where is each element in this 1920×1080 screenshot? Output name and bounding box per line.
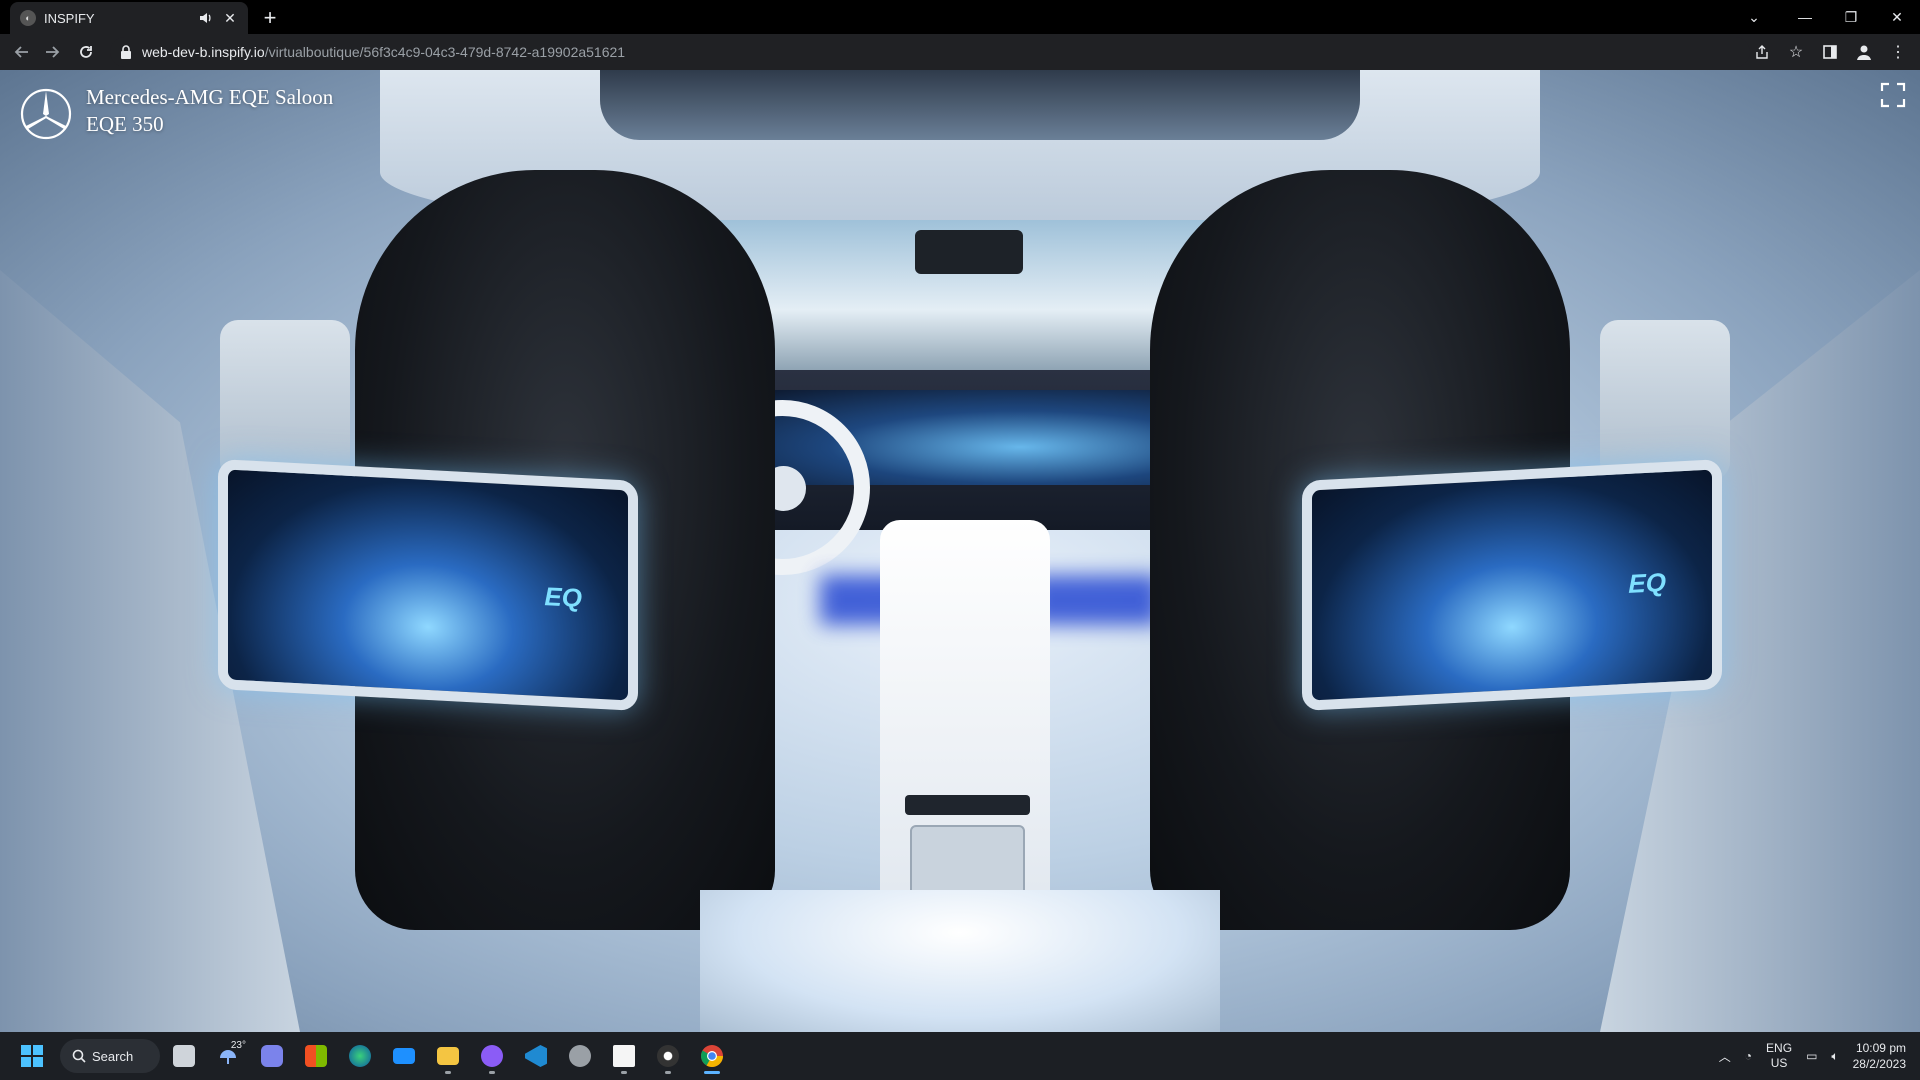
teams-chat-icon[interactable] xyxy=(252,1036,292,1076)
eq-logo: EQ xyxy=(544,581,582,614)
file-explorer-icon[interactable] xyxy=(428,1036,468,1076)
model-name: Mercedes-AMG EQE Saloon xyxy=(86,85,334,109)
right-headrest-bracket xyxy=(1600,320,1730,480)
tab-title: INSPIFY xyxy=(44,10,95,26)
sunroof xyxy=(600,70,1360,140)
settings-icon[interactable] xyxy=(560,1036,600,1076)
system-tray: ︿ ◔ ENG US ▭ 🔈︎ 10:09 pm 28/2/2023 xyxy=(1719,1032,1920,1080)
mail-icon[interactable] xyxy=(384,1036,424,1076)
lang-region: US xyxy=(1770,1056,1788,1070)
lang-code: ENG xyxy=(1766,1041,1793,1055)
left-headrest-bracket xyxy=(220,320,350,480)
back-arrow-icon[interactable] xyxy=(10,40,34,64)
rearview-mirror xyxy=(915,230,1023,274)
lock-icon[interactable] xyxy=(120,45,134,59)
chrome-icon[interactable] xyxy=(692,1036,732,1076)
volume-icon[interactable]: 🔈︎ xyxy=(1831,1049,1838,1064)
task-view-icon[interactable] xyxy=(164,1036,204,1076)
clock-time: 10:09 pm xyxy=(1855,1041,1906,1055)
epic-games-icon[interactable] xyxy=(604,1036,644,1076)
restore-button[interactable]: ❐ xyxy=(1828,0,1874,34)
fullscreen-icon[interactable] xyxy=(1880,82,1906,108)
github-icon[interactable] xyxy=(472,1036,512,1076)
edge-icon[interactable] xyxy=(340,1036,380,1076)
mercedes-star-icon xyxy=(20,88,72,140)
close-tab-icon[interactable]: ✕ xyxy=(222,10,238,26)
display-network-icon[interactable]: ▭ xyxy=(1806,1049,1817,1063)
browser-tab-strip: ◐ INSPIFY ✕ + ⌄ — ❐ ✕ xyxy=(0,0,1920,34)
rear-seat-screen-right: EQ xyxy=(1302,458,1722,712)
tab-search-chevron-icon[interactable]: ⌄ xyxy=(1734,0,1774,34)
inspify-favicon-icon: ◐ xyxy=(20,10,36,26)
share-icon[interactable] xyxy=(1750,40,1774,64)
speaker-icon[interactable] xyxy=(198,10,214,26)
profile-avatar-icon[interactable] xyxy=(1852,40,1876,64)
new-tab-button[interactable]: + xyxy=(258,6,282,30)
store-icon[interactable] xyxy=(296,1036,336,1076)
browser-tab[interactable]: ◐ INSPIFY ✕ xyxy=(10,2,248,34)
browser-toolbar: web-dev-b.inspify.io/virtualboutique/56f… xyxy=(0,34,1920,70)
taskbar-search[interactable]: Search xyxy=(60,1039,160,1073)
cabin-floor xyxy=(700,890,1220,1032)
model-header: Mercedes-AMG EQE Saloon EQE 350 xyxy=(20,84,333,140)
weather-icon[interactable]: 23° xyxy=(208,1036,248,1076)
clock-date: 28/2/2023 xyxy=(1852,1057,1906,1071)
media-player-icon[interactable] xyxy=(648,1036,688,1076)
rear-seat-screen-left: EQ xyxy=(218,458,638,712)
url-text: web-dev-b.inspify.io/virtualboutique/56f… xyxy=(142,44,625,60)
network-status-icon[interactable]: ◔ xyxy=(1745,1049,1752,1063)
reload-icon[interactable] xyxy=(74,40,98,64)
url-host: web-dev-b.inspify.io xyxy=(142,44,265,60)
forward-arrow-icon[interactable] xyxy=(40,40,64,64)
weather-temperature: 23° xyxy=(230,1040,246,1051)
address-bar[interactable]: web-dev-b.inspify.io/virtualboutique/56f… xyxy=(110,37,1750,67)
vscode-icon[interactable] xyxy=(516,1036,556,1076)
close-window-button[interactable]: ✕ xyxy=(1874,0,1920,34)
kebab-menu-icon[interactable]: ⋮ xyxy=(1886,40,1910,64)
bookmark-star-icon[interactable]: ☆ xyxy=(1784,40,1808,64)
minimize-button[interactable]: — xyxy=(1782,0,1828,34)
rear-climate-panel xyxy=(910,825,1025,900)
side-panel-icon[interactable] xyxy=(1818,40,1842,64)
windows-taskbar: Search 23° ︿ ◔ ENG US ▭ 🔈︎ 10:09 pm 28/2… xyxy=(0,1032,1920,1080)
search-label: Search xyxy=(92,1048,134,1064)
virtual-boutique-viewport[interactable]: EQ EQ Mercedes-AMG EQE Saloon EQE 350 xyxy=(0,70,1920,1032)
language-indicator[interactable]: ENG US xyxy=(1766,1041,1792,1071)
search-icon xyxy=(72,1049,86,1063)
rear-air-vents xyxy=(905,795,1030,815)
chevron-up-icon[interactable]: ︿ xyxy=(1719,1048,1731,1065)
model-variant: EQE 350 xyxy=(86,112,164,136)
clock[interactable]: 10:09 pm 28/2/2023 xyxy=(1853,1040,1906,1072)
url-path: /virtualboutique/56f3c4c9-04c3-479d-8742… xyxy=(264,44,626,60)
start-icon[interactable] xyxy=(12,1036,52,1076)
eq-logo: EQ xyxy=(1628,566,1666,599)
